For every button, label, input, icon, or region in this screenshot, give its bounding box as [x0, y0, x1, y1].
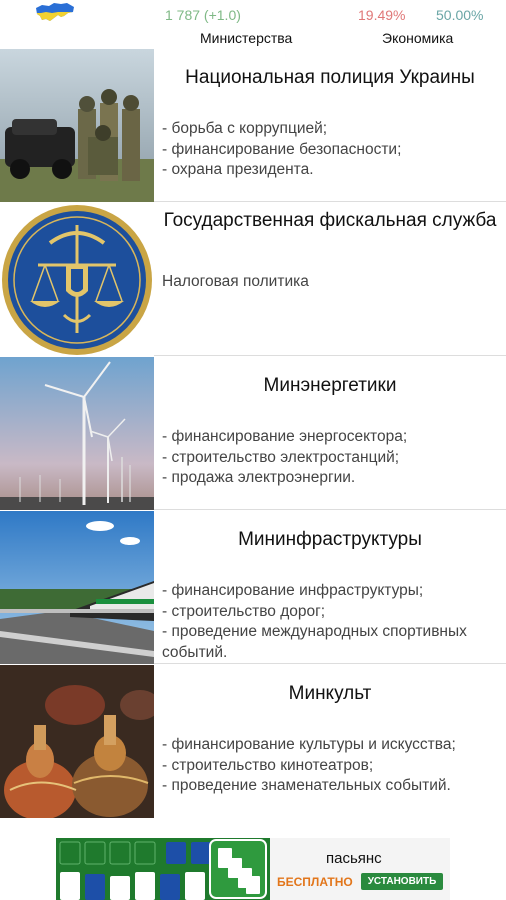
wind-turbines-photo	[0, 357, 154, 510]
ministry-title: Мининфраструктуры	[238, 529, 422, 550]
ministry-description: - финансирование энергосектора; - строит…	[162, 428, 408, 486]
train-highway-photo	[0, 511, 154, 664]
ministry-description: - борьба с коррупцией; - финансирование …	[162, 120, 402, 178]
economy-percent-left: 19.49%	[358, 7, 406, 23]
ministry-title: Национальная полиция Украины	[185, 67, 475, 88]
beaded-baskets-photo	[0, 665, 154, 818]
ministry-description: - финансирование культуры и искусства; -…	[162, 736, 456, 794]
ministries-label: Министерства	[200, 30, 293, 46]
top-status-bar: 1 787 (+1.0) 19.49% 50.00% Министерства …	[0, 0, 506, 48]
ministry-title: Минкульт	[288, 683, 372, 704]
budget-value: 1 787 (+1.0)	[165, 7, 241, 23]
ministry-row-infrastructure[interactable]: Мининфраструктуры - финансирование инфра…	[0, 511, 506, 664]
ministry-row-fiscal[interactable]: Государственная фискальная служба Налого…	[0, 203, 506, 356]
ministry-description: Налоговая политика	[162, 273, 309, 290]
ministry-row-energy[interactable]: Минэнергетики - финансирование энергосек…	[0, 357, 506, 510]
ministry-description: - финансирование инфраструктуры; - строи…	[162, 582, 467, 661]
fiscal-service-emblem	[0, 203, 154, 356]
install-button[interactable]: УСТАНОВИТЬ	[361, 873, 443, 890]
ad-banner[interactable]: пасьянс БЕСПЛАТНО УСТАНОВИТЬ	[56, 838, 450, 900]
ad-title: пасьянс	[326, 850, 382, 867]
ad-free-label: БЕСПЛАТНО	[277, 875, 353, 889]
ministry-row-police[interactable]: Национальная полиция Украины - борьба с …	[0, 49, 506, 202]
ukraine-map-flag-icon	[34, 0, 76, 26]
economy-label: Экономика	[382, 30, 454, 46]
economy-percent-right: 50.00%	[436, 7, 484, 23]
ministry-row-culture[interactable]: Минкульт - финансирование культуры и иск…	[0, 665, 506, 818]
ministry-title: Минэнергетики	[263, 375, 397, 396]
police-photo	[0, 49, 154, 202]
solitaire-cards-icon	[56, 838, 270, 900]
ministry-title: Государственная фискальная служба	[163, 210, 497, 231]
